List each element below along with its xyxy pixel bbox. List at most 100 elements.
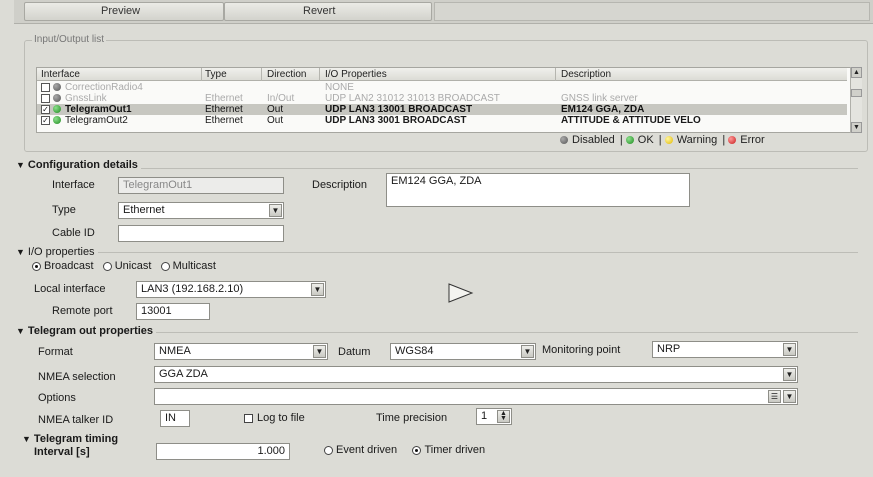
chevron-down-icon[interactable]: ▼ — [783, 343, 796, 356]
scroll-up-icon[interactable]: ▲ — [851, 67, 862, 78]
preview-label: Preview — [101, 5, 141, 17]
time-precision-label: Time precision — [376, 412, 448, 424]
col-io-properties[interactable]: I/O Properties — [325, 68, 387, 81]
monitoring-point-value: NRP — [657, 343, 681, 355]
config-section-header[interactable]: ▼ Configuration details — [16, 159, 141, 171]
chevron-down-icon[interactable]: ▼ — [269, 204, 282, 217]
status-disabled-icon — [53, 94, 61, 102]
talker-id-label: NMEA talker ID — [38, 414, 114, 426]
status-ok-icon — [53, 105, 61, 113]
datum-dropdown[interactable]: WGS84 ▼ — [390, 343, 536, 360]
row-interface: GnssLink — [65, 93, 107, 104]
row-direction: In/Out — [267, 93, 295, 104]
collapse-triangle-icon: ▼ — [16, 160, 25, 170]
stepper-arrows-icon[interactable]: ▲ ▼ — [497, 410, 510, 423]
revert-button[interactable]: Revert — [224, 2, 432, 21]
col-interface[interactable]: Interface — [41, 68, 80, 81]
description-label: Description — [312, 179, 368, 191]
legend-error: Error — [740, 134, 765, 146]
scroll-thumb[interactable] — [851, 89, 862, 97]
scroll-down-icon[interactable]: ▼ — [851, 122, 862, 133]
row-type: Ethernet — [205, 93, 243, 104]
col-type[interactable]: Type — [205, 68, 227, 81]
local-interface-value: LAN3 (192.168.2.10) — [141, 283, 244, 295]
chevron-down-icon[interactable]: ▼ — [521, 345, 534, 358]
status-legend: Disabled | OK | Warning | Error — [560, 134, 767, 146]
log-to-file-label: Log to file — [257, 412, 305, 424]
local-interface-dropdown[interactable]: LAN3 (192.168.2.10) ▼ — [136, 281, 326, 298]
timing-radio-group: Event driven Timer driven — [324, 444, 485, 456]
unicast-radio[interactable]: Unicast — [102, 260, 151, 272]
description-field[interactable]: EM124 GGA, ZDA — [386, 173, 690, 207]
telegram-section-header[interactable]: ▼ Telegram out properties — [16, 325, 157, 337]
row-checkbox[interactable]: ✓ — [41, 105, 50, 114]
monitoring-point-dropdown[interactable]: NRP ▼ — [652, 341, 798, 358]
col-direction[interactable]: Direction — [267, 68, 306, 81]
broadcast-label: Broadcast — [44, 260, 94, 272]
status-ok-icon — [53, 116, 61, 124]
warning-dot-icon — [664, 136, 673, 144]
revert-label: Revert — [303, 5, 336, 17]
row-checkbox[interactable] — [41, 83, 50, 92]
table-row[interactable]: GnssLink Ethernet In/Out UDP LAN2 31012 … — [37, 93, 847, 104]
ok-dot-icon — [625, 136, 634, 144]
options-field[interactable]: ☰ ▼ — [154, 388, 798, 405]
row-props: NONE — [325, 82, 354, 93]
legend-sep: | — [619, 134, 623, 146]
broadcast-radio[interactable]: Broadcast — [32, 260, 94, 272]
talker-id-field[interactable]: IN — [160, 410, 190, 427]
chevron-down-icon[interactable]: ▼ — [783, 368, 796, 381]
table-row[interactable]: CorrectionRadio4 NONE — [37, 82, 847, 93]
row-props: UDP LAN3 13001 BROADCAST — [325, 104, 473, 115]
table-row[interactable]: ✓ TelegramOut2 Ethernet Out UDP LAN3 300… — [37, 115, 847, 126]
row-props: UDP LAN2 31012 31013 BROADCAST — [325, 93, 500, 104]
time-precision-stepper[interactable]: 1 ▲ ▼ — [476, 408, 512, 425]
list-icon[interactable]: ☰ — [768, 390, 781, 403]
io-props-section-header[interactable]: ▼ I/O properties — [16, 246, 98, 258]
remote-port-label: Remote port — [52, 305, 113, 317]
format-dropdown[interactable]: NMEA ▼ — [154, 343, 328, 360]
event-driven-label: Event driven — [336, 444, 398, 456]
status-disabled-icon — [53, 83, 61, 91]
row-interface: TelegramOut1 — [65, 104, 132, 115]
toolbar-filler — [434, 2, 870, 21]
cable-id-label: Cable ID — [52, 227, 95, 239]
event-driven-radio[interactable]: Event driven — [324, 444, 397, 456]
col-description[interactable]: Description — [561, 68, 611, 81]
table-row-selected[interactable]: ✓ TelegramOut1 Ethernet Out UDP LAN3 130… — [37, 104, 847, 115]
interface-label: Interface — [52, 179, 95, 191]
log-to-file-checkbox[interactable]: Log to file — [244, 412, 305, 424]
io-list-title: Input/Output list — [32, 34, 107, 45]
row-props: UDP LAN3 3001 BROADCAST — [325, 115, 467, 126]
chevron-down-icon[interactable]: ▼ — [313, 345, 326, 358]
chevron-down-icon[interactable]: ▼ — [311, 283, 324, 296]
timer-driven-radio[interactable]: Timer driven — [412, 444, 485, 456]
table-scrollbar[interactable]: ▲ ▼ — [850, 67, 862, 133]
row-type: Ethernet — [205, 104, 243, 115]
preview-button[interactable]: Preview — [24, 2, 224, 21]
timing-section-header[interactable]: ▼ Telegram timing — [22, 433, 118, 445]
config-title: Configuration details — [27, 159, 138, 171]
interface-field: TelegramOut1 — [118, 177, 284, 194]
cast-radio-group: Broadcast Unicast Multicast — [32, 260, 216, 272]
row-direction: Out — [267, 104, 284, 115]
time-precision-value: 1 — [481, 410, 488, 422]
multicast-label: Multicast — [172, 260, 216, 272]
cable-id-field[interactable] — [118, 225, 284, 242]
type-dropdown[interactable]: Ethernet ▼ — [118, 202, 284, 219]
multicast-radio[interactable]: Multicast — [160, 260, 216, 272]
remote-port-field[interactable]: 13001 — [136, 303, 210, 320]
row-type: Ethernet — [205, 115, 243, 126]
collapse-triangle-icon: ▼ — [22, 434, 31, 444]
io-props-title: I/O properties — [27, 246, 95, 258]
nmea-selection-dropdown[interactable]: GGA ZDA ▼ — [154, 366, 798, 383]
options-label: Options — [38, 392, 76, 404]
legend-ok: OK — [637, 134, 654, 146]
nmea-selection-label: NMEA selection — [38, 371, 116, 383]
chevron-down-icon[interactable]: ▼ — [783, 390, 796, 403]
row-checkbox[interactable]: ✓ — [41, 116, 50, 125]
mouse-pointer-icon — [448, 283, 474, 303]
interval-field[interactable]: 1.000 — [156, 443, 290, 460]
type-value: Ethernet — [123, 204, 165, 216]
row-checkbox[interactable] — [41, 94, 50, 103]
